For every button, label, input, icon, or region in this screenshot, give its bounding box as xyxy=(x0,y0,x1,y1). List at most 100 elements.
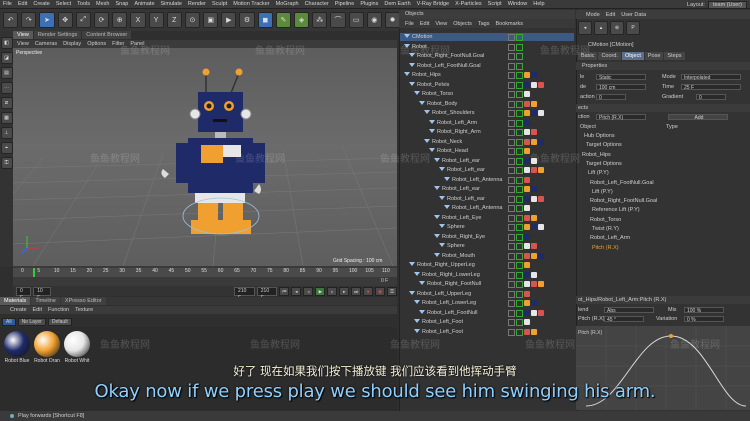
nav-up-icon[interactable]: ▴ xyxy=(594,21,608,35)
render-toggle-icon[interactable] xyxy=(516,195,523,203)
spline-pen-icon[interactable]: ✎ xyxy=(275,12,291,28)
visibility-toggle-icon[interactable] xyxy=(508,176,515,184)
object-name[interactable]: Sphere xyxy=(439,242,465,250)
render-toggle-icon[interactable] xyxy=(516,62,523,70)
object-row[interactable]: Robot_Right_Eye xyxy=(400,233,574,241)
visibility-toggle-icon[interactable] xyxy=(508,81,515,89)
visibility-toggle-icon[interactable] xyxy=(508,72,515,79)
material-tag-icon[interactable] xyxy=(524,110,530,116)
menu-character[interactable]: Character xyxy=(305,1,329,7)
visibility-toggle-icon[interactable] xyxy=(508,252,515,260)
material-tag-icon[interactable] xyxy=(524,328,530,335)
cmotion-icon[interactable]: ⊛ xyxy=(610,21,624,35)
material-tag-icon[interactable] xyxy=(524,281,530,287)
model-mode-icon[interactable]: ◪ xyxy=(0,52,13,64)
expand-arrow-icon[interactable] xyxy=(434,186,440,190)
max-frame-field[interactable]: 210 F xyxy=(256,286,278,301)
material-tag-icon[interactable] xyxy=(524,271,530,278)
object-name[interactable]: Robot_Left_FootNull xyxy=(419,309,477,317)
visibility-toggle-icon[interactable] xyxy=(508,281,515,288)
menu-sculpt[interactable]: Sculpt xyxy=(212,1,227,7)
expand-arrow-icon[interactable] xyxy=(439,224,445,228)
hub-tree-item[interactable]: Robot_Torso xyxy=(576,216,750,224)
menu-v-ray-bridge[interactable]: V-Ray Bridge xyxy=(417,1,449,7)
render-toggle-icon[interactable] xyxy=(516,148,523,155)
start-frame-field[interactable]: 0 F xyxy=(16,286,32,301)
expand-arrow-icon[interactable] xyxy=(444,176,450,181)
visibility-toggle-icon[interactable] xyxy=(508,205,515,212)
expand-arrow-icon[interactable] xyxy=(424,110,430,114)
object-row[interactable]: Robot_Left_ear xyxy=(400,195,574,203)
object-name[interactable]: Robot_Head xyxy=(429,147,468,155)
live-select-icon[interactable]: ➤ xyxy=(39,12,55,28)
object-row[interactable]: Robot_Right_UpperLeg xyxy=(400,261,574,269)
visibility-toggle-icon[interactable] xyxy=(508,243,515,250)
expand-arrow-icon[interactable] xyxy=(444,205,450,209)
x-axis-icon[interactable]: X xyxy=(130,12,146,28)
next-frame-icon[interactable]: ▹ xyxy=(327,286,338,296)
object-name[interactable]: Robot_Left_Antenna xyxy=(444,176,502,184)
render-toggle-icon[interactable] xyxy=(516,43,523,51)
prev-key-icon[interactable]: ◂ xyxy=(291,286,302,296)
attribute-tab-pose[interactable]: Pose xyxy=(644,52,664,60)
material-tag-icon[interactable] xyxy=(524,309,530,316)
material-tag-icon[interactable] xyxy=(531,224,537,230)
menu-pipeline[interactable]: Pipeline xyxy=(335,1,355,7)
object-name[interactable]: Robot_Left_Antenna xyxy=(444,204,502,212)
render-toggle-icon[interactable] xyxy=(516,186,523,193)
material-tag-icon[interactable] xyxy=(524,91,530,97)
render-toggle-icon[interactable] xyxy=(516,53,523,60)
visibility-toggle-icon[interactable] xyxy=(508,262,515,269)
render-toggle-icon[interactable] xyxy=(516,91,523,98)
object-name[interactable]: Robot_Right_LowerLeg xyxy=(414,271,480,279)
object-menu-tags[interactable]: Tags xyxy=(478,21,490,27)
object-name[interactable]: Robot_Left_Foot xyxy=(414,328,463,336)
material-tag-icon[interactable] xyxy=(524,81,530,88)
object-name[interactable]: Robot_Right_UpperLeg xyxy=(409,261,475,269)
visibility-toggle-icon[interactable] xyxy=(508,91,515,98)
expand-arrow-icon[interactable] xyxy=(439,195,445,200)
render-toggle-icon[interactable] xyxy=(516,252,523,260)
attribute-tab-object[interactable]: Object xyxy=(621,52,644,60)
attribute-tab-steps[interactable]: Steps xyxy=(664,52,685,60)
viewport-menu-display[interactable]: Display xyxy=(63,41,81,47)
visibility-toggle-icon[interactable] xyxy=(508,186,515,193)
object-name[interactable]: Robot_Left_ear xyxy=(439,166,485,174)
hub-tree-item[interactable]: Lift (P.Y) xyxy=(576,169,750,177)
render-toggle-icon[interactable] xyxy=(516,233,523,241)
material-tag-icon[interactable] xyxy=(524,119,530,126)
tab-xpresso-editor[interactable]: XPresso Editor xyxy=(60,297,106,305)
timeline[interactable]: 0 5 10 15 20 25 30 35 40 45 50 55 60 65 70 75 80 85 90 95 10… xyxy=(13,266,397,286)
material-menu-function[interactable]: Function xyxy=(48,307,69,313)
go-to-end-icon[interactable]: ⏭ xyxy=(351,286,362,296)
object-name[interactable]: Robot_Left_Foot xyxy=(414,318,463,326)
material-tag-icon[interactable] xyxy=(531,110,537,116)
object-menu-edit[interactable]: Edit xyxy=(420,21,429,27)
expand-arrow-icon[interactable] xyxy=(434,252,440,257)
mix-field[interactable]: 100 % xyxy=(684,307,724,314)
render-toggle-icon[interactable] xyxy=(516,262,523,269)
object-name[interactable]: Robot_Right_FootNull xyxy=(419,280,481,288)
tab-timeline[interactable]: Timeline xyxy=(31,297,60,305)
z-axis-icon[interactable]: Z xyxy=(166,12,182,28)
visibility-toggle-icon[interactable] xyxy=(508,148,515,155)
action-field[interactable]: 0 xyxy=(596,94,626,101)
object-name[interactable]: Sphere xyxy=(439,223,465,231)
menu-x-particles[interactable]: X-Particles xyxy=(455,1,482,7)
material-tag-icon[interactable] xyxy=(524,205,530,211)
hub-tree-item[interactable]: Reference Lift (P.Y) xyxy=(576,206,750,214)
object-row[interactable]: Robot_Body xyxy=(400,100,574,108)
add-button[interactable]: Add xyxy=(668,114,728,121)
record-icon[interactable]: ● xyxy=(363,286,374,296)
hub-tree-item[interactable]: Lift (P.Y) xyxy=(576,188,750,196)
lock-icon[interactable]: ⚿ xyxy=(0,157,13,169)
render-picture-icon[interactable]: ▶ xyxy=(221,12,237,28)
render-toggle-icon[interactable] xyxy=(516,205,523,212)
variation-field[interactable]: 0 % xyxy=(684,316,724,323)
layout-select[interactable]: team (User) xyxy=(707,0,747,9)
visibility-toggle-icon[interactable] xyxy=(508,43,515,51)
render-toggle-icon[interactable] xyxy=(516,300,523,307)
hub-tree-item[interactable]: Robot_Left_Arm xyxy=(576,234,750,242)
visibility-toggle-icon[interactable] xyxy=(508,233,515,241)
snap-icon[interactable]: ⌖ xyxy=(0,142,13,154)
